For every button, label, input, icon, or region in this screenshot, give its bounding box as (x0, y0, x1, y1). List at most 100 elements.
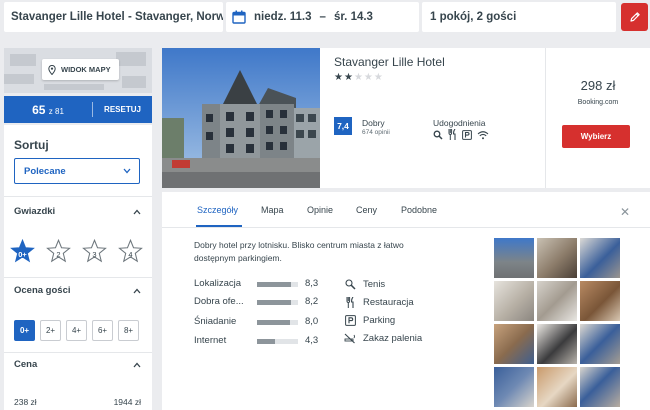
restaurant-icon (448, 129, 456, 140)
map-block (44, 84, 104, 90)
gallery-thumbnail[interactable] (537, 324, 577, 364)
gallery-thumbnail[interactable] (537, 367, 577, 407)
hotel-info: Stavanger Lille Hotel ★ ★ ★ ★ ★ 7,4 Dobr… (320, 48, 546, 188)
star-filter-2[interactable]: 2 (46, 238, 71, 264)
star-filter-label: 4 (128, 250, 133, 259)
hotel-price: 298 zł (580, 78, 616, 93)
rating-row: Lokalizacja 8,3 (194, 278, 328, 290)
gallery-thumbnail[interactable] (494, 238, 534, 278)
map-thumbnail[interactable]: WIDOK MAPY (4, 48, 152, 93)
star-filter-label: 0+ (18, 250, 27, 259)
gallery-thumbnail[interactable] (580, 324, 620, 364)
rating-category-value: 8,3 (305, 278, 319, 289)
divider (4, 352, 152, 353)
rating-option-0[interactable]: 0+ (14, 320, 35, 341)
date-range-field[interactable]: niedz. 11.3 – śr. 14.3 (226, 2, 419, 32)
hotel-description: Dobry hotel przy lotnisku. Blisko centru… (194, 240, 404, 263)
guest-rating-filter: 0+ 2+ 4+ 6+ 8+ (14, 320, 139, 341)
rating-option-2[interactable]: 2+ (40, 320, 61, 341)
close-icon[interactable]: ✕ (620, 206, 630, 218)
rating-bar (257, 282, 298, 287)
star-filter-0[interactable]: 0+ (10, 238, 35, 264)
map-block (10, 54, 36, 66)
map-block (116, 52, 146, 66)
hotel-building-image (162, 48, 320, 188)
hotel-star-rating: ★ ★ ★ ★ ★ (334, 72, 383, 83)
star-icon: ★ (353, 72, 363, 83)
gallery-thumbnail[interactable] (494, 367, 534, 407)
tab-reviews[interactable]: Opinie (307, 205, 333, 215)
rating-category-label: Dobra ofe... (194, 296, 244, 307)
star-filter-3[interactable]: 3 (82, 238, 107, 264)
parking-icon (344, 315, 356, 326)
price-filter-title: Cena (14, 359, 38, 370)
divider (4, 196, 152, 197)
hotel-photo[interactable] (162, 48, 320, 188)
gallery-thumbnail[interactable] (580, 281, 620, 321)
price-provider: Booking.com (577, 99, 619, 106)
sort-title: Sortuj (14, 138, 49, 152)
tab-map[interactable]: Mapa (261, 205, 284, 215)
amenities-title: Udogodnienia (433, 118, 486, 128)
map-block (122, 76, 146, 88)
chevron-up-icon[interactable] (133, 361, 141, 369)
destination-text: Stavanger Lille Hotel - Stavanger, Norwe (11, 11, 223, 23)
rating-bar-fill (257, 300, 291, 305)
gallery-thumbnail[interactable] (580, 238, 620, 278)
select-deal-button[interactable]: Wybierz (562, 125, 630, 148)
tab-details[interactable]: Szczegóły (197, 205, 238, 215)
gallery-thumbnail[interactable] (494, 324, 534, 364)
tab-prices[interactable]: Ceny (356, 205, 377, 215)
amenities-icons (433, 129, 489, 140)
hotel-details-panel: Szczegóły Mapa Opinie Ceny Podobne ✕ Dob… (162, 192, 650, 410)
rating-row: Śniadanie 8,0 (194, 316, 328, 328)
rating-option-4[interactable]: 4+ (66, 320, 87, 341)
star-icon: ★ (343, 72, 353, 83)
chevron-up-icon[interactable] (133, 287, 141, 295)
map-view-button[interactable]: WIDOK MAPY (42, 59, 119, 80)
date-separator: – (319, 11, 326, 23)
tab-similar[interactable]: Podobne (401, 205, 437, 215)
star-filter-4[interactable]: 4 (118, 238, 143, 264)
chevron-up-icon[interactable] (133, 208, 141, 216)
price-max: 1944 zł (113, 397, 141, 407)
gallery-thumbnail[interactable] (537, 281, 577, 321)
rating-bar-fill (257, 320, 290, 325)
deal-panel: 298 zł Booking.com Wybierz (546, 48, 650, 188)
edit-search-button[interactable] (621, 3, 648, 31)
rooms-guests-field[interactable]: 1 pokój, 2 gości (422, 2, 616, 32)
facility-item: Zakaz palenia (343, 333, 422, 344)
rating-option-8[interactable]: 8+ (118, 320, 139, 341)
destination-field[interactable]: Stavanger Lille Hotel - Stavanger, Norwe (4, 2, 223, 32)
rooms-guests-text: 1 pokój, 2 gości (430, 11, 517, 23)
calendar-icon (232, 10, 246, 24)
location-pin-icon (48, 64, 56, 75)
rating-option-6[interactable]: 6+ (92, 320, 113, 341)
gallery-thumbnail[interactable] (537, 238, 577, 278)
rating-row: Internet 4,3 (194, 335, 328, 347)
sort-select-value: Polecane (24, 165, 66, 177)
parking-icon (462, 129, 472, 140)
stars-filter: 0+ 2 3 4 (10, 238, 143, 264)
rating-label: Dobry (362, 118, 385, 128)
tennis-icon (344, 279, 356, 290)
rating-bar-fill (257, 339, 275, 344)
checkout-date: śr. 14.3 (333, 11, 373, 23)
divider (4, 277, 152, 278)
hotel-name[interactable]: Stavanger Lille Hotel (334, 55, 445, 69)
rating-bar (257, 339, 298, 344)
filters-sidebar: Sortuj Polecane Gwiazdki 0+ 2 3 4 Ocena … (4, 125, 152, 410)
results-count: 65 z 81 (4, 103, 92, 117)
facility-item: Tenis (343, 279, 385, 290)
rating-bar-fill (257, 282, 292, 287)
map-view-label: WIDOK MAPY (61, 65, 111, 74)
gallery-thumbnail[interactable] (494, 281, 534, 321)
price-min: 238 zł (14, 397, 37, 407)
results-count-value: 65 (32, 102, 46, 117)
active-tab-indicator (196, 225, 242, 227)
gallery-thumbnail[interactable] (580, 367, 620, 407)
reset-filters-button[interactable]: RESETUJ (93, 105, 152, 114)
reviews-count[interactable]: 674 opinii (362, 129, 390, 136)
sort-select[interactable]: Polecane (14, 158, 140, 184)
pencil-icon (629, 12, 640, 22)
